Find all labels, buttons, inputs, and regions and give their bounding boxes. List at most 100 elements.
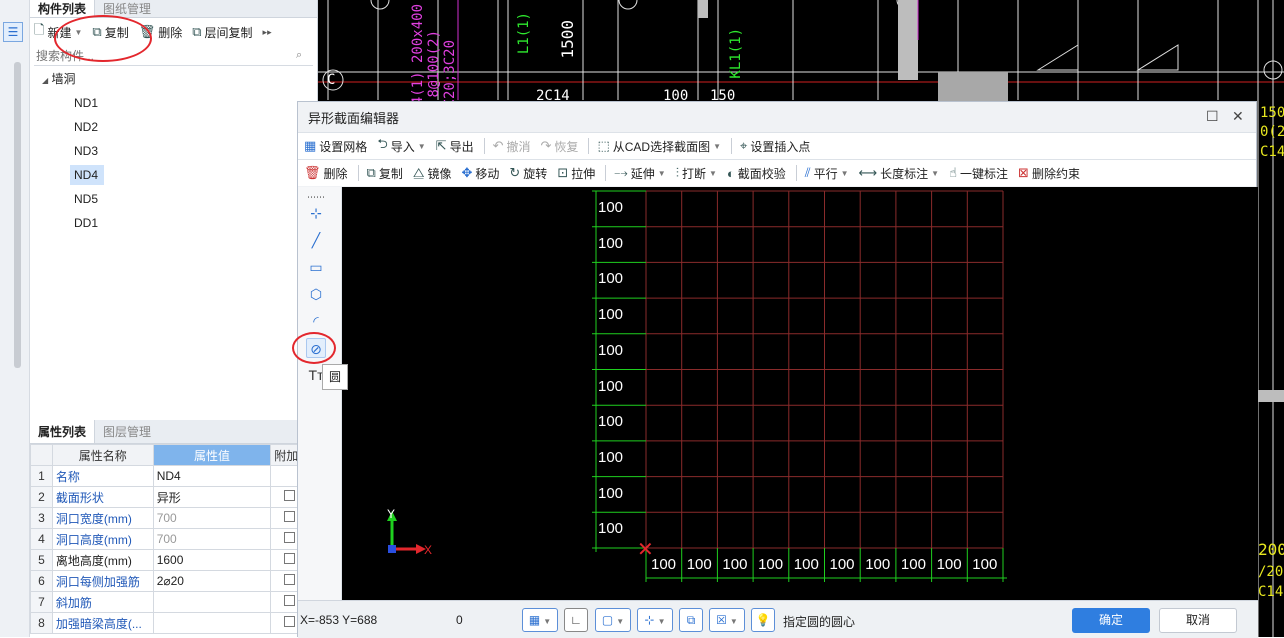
select-from-cad-button[interactable]: ⬚ 从CAD选择截面图 ▼ xyxy=(597,138,721,155)
grid-col-label: 100 xyxy=(722,556,748,573)
more-button[interactable]: ▸▸ xyxy=(263,27,272,38)
redo-button[interactable]: ↷ 恢复 xyxy=(541,138,579,155)
polygon-tool-icon[interactable]: ⬡ xyxy=(306,284,326,304)
property-value[interactable]: 700 xyxy=(152,528,272,550)
tree-node-wall-opening[interactable]: ◢ 墙洞 xyxy=(42,70,76,87)
list-view-icon[interactable]: ☰ xyxy=(3,22,23,42)
table-row[interactable]: 7 斜加筋 xyxy=(30,591,317,613)
property-value[interactable] xyxy=(152,591,272,613)
lightbulb-icon: 💡 xyxy=(755,613,771,627)
display-toggle-button[interactable]: ☒ ▼ xyxy=(709,608,745,632)
tree-item-selected[interactable]: ND4 xyxy=(70,165,104,185)
hint-toggle-button[interactable]: 💡 xyxy=(751,608,775,632)
maximize-icon[interactable]: ☐ xyxy=(1206,108,1219,125)
copy-tool-button[interactable]: ⧉ 复制 xyxy=(367,165,403,182)
constraint-toggle-button[interactable]: ⧉ xyxy=(679,608,703,632)
rotate-tool-button[interactable]: ↻ 旋转 xyxy=(509,165,547,182)
grid-col-label: 100 xyxy=(758,556,784,573)
section-check-button[interactable]: ◐ 截面校验 xyxy=(727,165,786,182)
close-icon[interactable]: ✕ xyxy=(1232,108,1244,125)
property-value[interactable] xyxy=(152,612,272,634)
dimension-toggle-button[interactable]: ⊹ ▼ xyxy=(637,608,673,632)
delete-tool-label: 删除 xyxy=(323,166,348,181)
extra-checkbox[interactable] xyxy=(284,532,296,543)
dialog-titlebar[interactable]: 异形截面编辑器 ☐ ✕ xyxy=(298,102,1256,132)
rectangle-tool-icon[interactable]: ▭ xyxy=(306,257,326,277)
export-button[interactable]: ⇱ 导出 xyxy=(436,138,474,155)
extra-checkbox[interactable] xyxy=(284,616,296,627)
dropdown-arrow-icon: ▼ xyxy=(729,617,738,626)
tab-layer-management[interactable]: 图层管理 xyxy=(95,420,159,443)
stretch-tool-button[interactable]: ⊡ 拉伸 xyxy=(557,165,595,182)
mirror-tool-button[interactable]: ⧋ 镜像 xyxy=(413,165,452,182)
ortho-toggle-button[interactable]: ∟ xyxy=(564,608,588,632)
sidebar-scrollbar[interactable] xyxy=(14,62,21,368)
delete-constraint-button[interactable]: ⊠ 删除约束 xyxy=(1018,165,1080,182)
set-grid-button[interactable]: ▦ 设置网格 xyxy=(304,138,367,155)
section-drawing-canvas[interactable]: 100 100 100 100 100 100 100 100 100 100 100 100 100… xyxy=(342,187,1258,600)
grid-row-label: 100 xyxy=(598,341,624,359)
break-tool-button[interactable]: ⫶ 打断 ▼ xyxy=(676,165,717,182)
dropdown-arrow-icon: ▼ xyxy=(840,168,849,178)
table-row[interactable]: 6 洞口每侧加强筋 2⌀20 xyxy=(30,570,317,592)
table-row[interactable]: 5 离地高度(mm) 1600 xyxy=(30,549,317,571)
cad-text: C14 xyxy=(1258,584,1284,600)
extra-checkbox[interactable] xyxy=(284,511,296,522)
one-click-dimension-button[interactable]: ☝ 一键标注 xyxy=(949,165,1008,182)
grid-col-label: 100 xyxy=(793,556,819,573)
undo-label: 撤消 xyxy=(506,139,531,154)
delete-tool-button[interactable]: 🗑 删除 xyxy=(304,165,348,182)
extra-checkbox[interactable] xyxy=(284,595,296,606)
tab-component-list[interactable]: 构件列表 xyxy=(30,0,96,17)
property-name: 加强暗梁高度(... xyxy=(51,612,154,634)
grid-overlay xyxy=(592,190,1007,582)
extend-tool-button[interactable]: ⤍ 延伸 ▼ xyxy=(614,165,665,182)
extra-checkbox[interactable] xyxy=(284,490,296,501)
extend-tool-label: 延伸 xyxy=(630,166,655,181)
set-insert-point-button[interactable]: ⌖ 设置插入点 xyxy=(740,138,810,155)
move-tool-button[interactable]: ✥ 移动 xyxy=(461,165,499,182)
search-icon[interactable]: ⌕ xyxy=(296,49,302,62)
grid-toggle-button[interactable]: ▦ ▼ xyxy=(522,608,558,632)
parallel-tool-button[interactable]: ⫽ 平行 ▼ xyxy=(805,165,849,182)
length-dimension-icon: ⟷ xyxy=(858,165,878,180)
redo-icon: ↷ xyxy=(540,138,552,153)
ok-button[interactable]: 确定 xyxy=(1072,608,1150,633)
undo-button[interactable]: ↶ 撤消 xyxy=(493,138,531,155)
cancel-button[interactable]: 取消 xyxy=(1159,608,1237,633)
property-table: 属性名称 属性值 附加 1 名称 ND4 2 截面形状 异形 3 洞口宽度(mm… xyxy=(30,444,317,634)
dropdown-arrow-icon: ▼ xyxy=(543,617,552,626)
table-row[interactable]: 2 截面形状 异形 xyxy=(30,486,317,508)
point-tool-icon[interactable]: ⊹ xyxy=(306,203,326,223)
property-value[interactable]: 2⌀20 xyxy=(152,570,272,592)
table-row[interactable]: 8 加强暗梁高度(... xyxy=(30,612,317,634)
table-row[interactable]: 4 洞口高度(mm) 700 xyxy=(30,528,317,550)
floor-copy-button[interactable]: ⧉ 层间复制 xyxy=(192,24,252,41)
extra-checkbox[interactable] xyxy=(284,574,296,585)
tree-item[interactable]: ND2 xyxy=(70,117,104,137)
property-value[interactable]: 1600 xyxy=(152,549,272,571)
tab-property-list[interactable]: 属性列表 xyxy=(30,420,96,443)
tree-item[interactable]: ND3 xyxy=(70,141,104,161)
property-value[interactable]: ND4 xyxy=(152,465,272,487)
tree-item[interactable]: DD1 xyxy=(70,213,104,233)
tree-item[interactable]: ND1 xyxy=(70,93,104,113)
collapse-arrow-icon[interactable]: ◢ xyxy=(42,76,48,85)
arc-tool-icon[interactable]: ◜ xyxy=(306,311,326,331)
grid-col-label: 100 xyxy=(972,556,998,573)
dropdown-arrow-icon: ▼ xyxy=(713,141,721,151)
table-row[interactable]: 1 名称 ND4 xyxy=(30,465,317,487)
extra-checkbox[interactable] xyxy=(284,553,296,564)
line-tool-icon[interactable]: ╱ xyxy=(306,230,326,250)
move-tool-label: 移动 xyxy=(475,166,500,181)
grid-row-label: 100 xyxy=(598,377,624,395)
dropdown-arrow-icon: ▼ xyxy=(417,141,426,151)
length-dimension-button[interactable]: ⟷ 长度标注 ▼ xyxy=(859,165,940,182)
table-row[interactable]: 3 洞口宽度(mm) 700 xyxy=(30,507,317,529)
snap-toggle-button[interactable]: ▢ ▼ xyxy=(595,608,631,632)
property-value[interactable]: 异形 xyxy=(152,486,272,508)
tree-item[interactable]: ND5 xyxy=(70,189,104,209)
command-prompt: 指定圆的圆心 xyxy=(783,615,856,629)
property-value[interactable]: 700 xyxy=(152,507,272,529)
import-button[interactable]: ⮌ 导入 ▼ xyxy=(377,135,425,157)
